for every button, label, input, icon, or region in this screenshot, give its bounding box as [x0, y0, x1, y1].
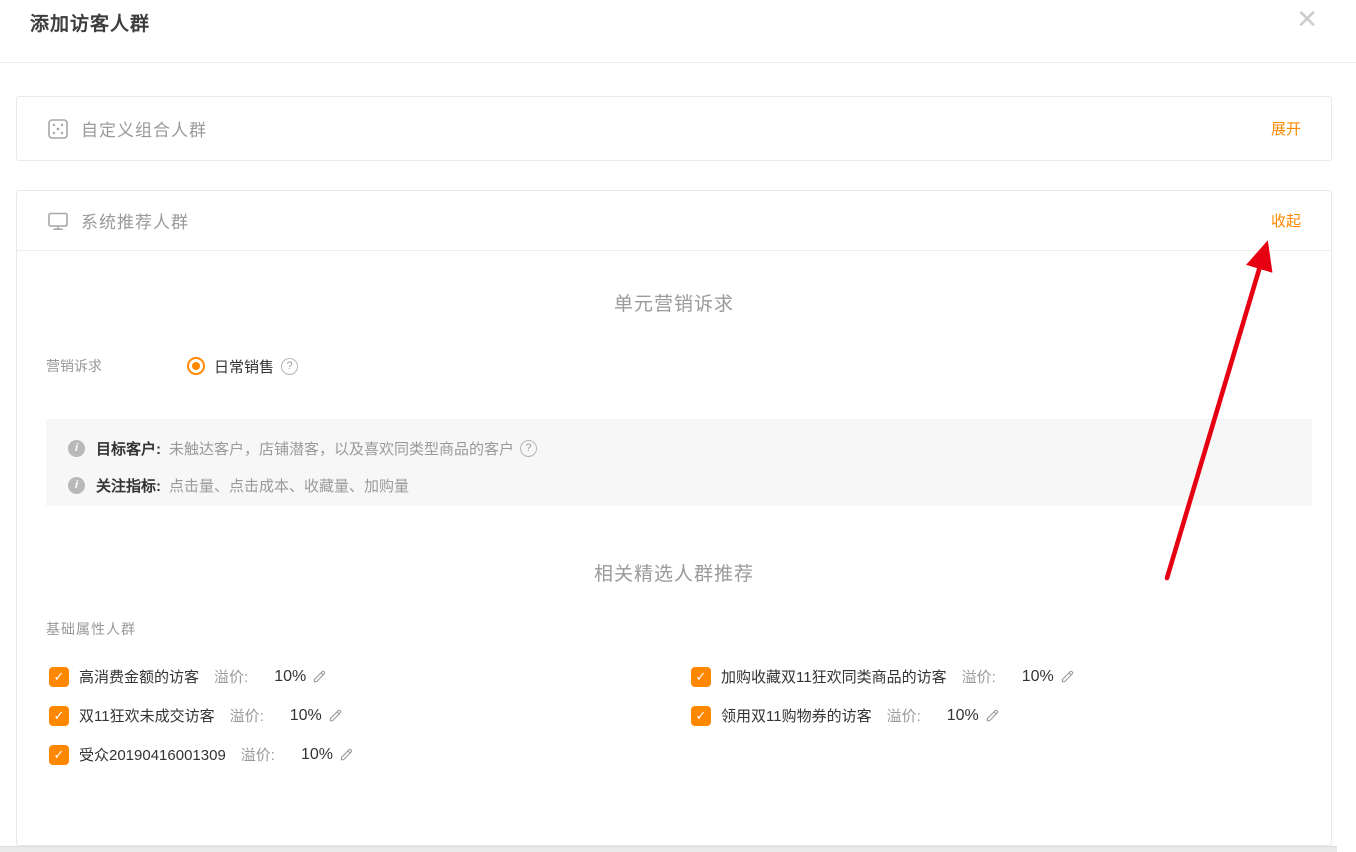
- unit-marketing-appeal-heading: 单元营销诉求: [17, 289, 1331, 316]
- premium-value: 10%: [947, 707, 979, 725]
- premium-label: 溢价:: [887, 705, 921, 726]
- audience-name: 受众20190416001309: [79, 744, 226, 765]
- audience-name: 加购收藏双11狂欢同类商品的访客: [721, 666, 947, 687]
- custom-audience-panel-header: 自定义组合人群 展开: [17, 97, 1331, 160]
- audience-row: ✓ 高消费金额的访客 溢价: 10%: [49, 657, 691, 696]
- audience-name: 高消费金额的访客: [79, 666, 199, 687]
- target-info-box: i 目标客户: 未触达客户，店铺潜客，以及喜欢同类型商品的客户 ? i 关注指标…: [46, 419, 1312, 506]
- audience-name: 领用双11购物券的访客: [721, 705, 872, 726]
- premium-value: 10%: [274, 668, 306, 686]
- target-customer-row: i 目标客户: 未触达客户，店铺潜客，以及喜欢同类型商品的客户 ?: [68, 434, 1290, 462]
- audience-checkbox-grid: ✓ 高消费金额的访客 溢价: 10% ✓ 双11狂欢未成交访客 溢价: 10%: [49, 657, 1311, 774]
- page-title: 添加访客人群: [30, 9, 150, 36]
- target-customer-text: 未触达客户，店铺潜客，以及喜欢同类型商品的客户: [169, 438, 514, 459]
- audience-checkbox[interactable]: ✓: [49, 667, 69, 687]
- audience-row: ✓ 加购收藏双11狂欢同类商品的访客 溢价: 10%: [691, 657, 1311, 696]
- add-visitor-audience-dialog: 添加访客人群 ✕ 自定义组合人群 展开: [0, 0, 1356, 852]
- basic-attribute-group-label: 基础属性人群: [46, 619, 136, 639]
- focus-metrics-label: 关注指标:: [96, 475, 161, 496]
- audience-checkbox[interactable]: ✓: [691, 667, 711, 687]
- audience-row: ✓ 领用双11购物券的访客 溢价: 10%: [691, 696, 1311, 735]
- edit-premium-icon[interactable]: [984, 707, 1001, 724]
- daily-sales-radio[interactable]: [187, 357, 205, 375]
- audience-checkbox[interactable]: ✓: [49, 745, 69, 765]
- premium-label: 溢价:: [230, 705, 264, 726]
- focus-metrics-row: i 关注指标: 点击量、点击成本、收藏量、加购量: [68, 471, 1290, 499]
- custom-audience-panel: 自定义组合人群 展开: [16, 96, 1332, 161]
- radio-dot: [192, 362, 200, 370]
- audience-checkbox[interactable]: ✓: [49, 706, 69, 726]
- edit-premium-icon[interactable]: [338, 746, 355, 763]
- edit-premium-icon[interactable]: [1059, 668, 1076, 685]
- audience-row: ✓ 双11狂欢未成交访客 溢价: 10%: [49, 696, 691, 735]
- info-icon: i: [68, 440, 85, 457]
- monitor-icon: [47, 210, 69, 232]
- audience-column-right: ✓ 加购收藏双11狂欢同类商品的访客 溢价: 10% ✓ 领用双11购物券的访客…: [691, 657, 1311, 774]
- close-icon[interactable]: ✕: [1296, 4, 1318, 34]
- premium-value: 10%: [301, 746, 333, 764]
- audience-row: ✓ 受众20190416001309 溢价: 10%: [49, 735, 691, 774]
- edit-premium-icon[interactable]: [311, 668, 328, 685]
- audience-checkbox[interactable]: ✓: [691, 706, 711, 726]
- edit-premium-icon[interactable]: [327, 707, 344, 724]
- premium-value: 10%: [290, 707, 322, 725]
- premium-value: 10%: [1022, 668, 1054, 686]
- system-audience-panel-header: 系统推荐人群 收起: [17, 191, 1331, 251]
- system-audience-title: 系统推荐人群: [81, 208, 189, 233]
- marketing-appeal-label: 营销诉求: [46, 356, 187, 376]
- header-divider: [0, 62, 1356, 63]
- focus-metrics-text: 点击量、点击成本、收藏量、加购量: [169, 475, 409, 496]
- daily-sales-radio-label[interactable]: 日常销售: [214, 356, 274, 377]
- audience-column-left: ✓ 高消费金额的访客 溢价: 10% ✓ 双11狂欢未成交访客 溢价: 10%: [49, 657, 691, 774]
- system-audience-panel: 系统推荐人群 收起 单元营销诉求 营销诉求 日常销售 ? i 目标客户: 未触达…: [16, 190, 1332, 846]
- premium-label: 溢价:: [214, 666, 248, 687]
- premium-label: 溢价:: [962, 666, 996, 687]
- target-customer-help-icon[interactable]: ?: [520, 440, 537, 457]
- premium-label: 溢价:: [241, 744, 275, 765]
- marketing-appeal-field: 营销诉求 日常销售 ?: [46, 353, 298, 379]
- expand-link[interactable]: 展开: [1271, 118, 1301, 139]
- custom-audience-title: 自定义组合人群: [81, 116, 207, 141]
- horizontal-scrollbar[interactable]: [0, 846, 1337, 852]
- daily-sales-help-icon[interactable]: ?: [281, 358, 298, 375]
- info-icon: i: [68, 477, 85, 494]
- collapse-link[interactable]: 收起: [1271, 210, 1301, 231]
- audience-name: 双11狂欢未成交访客: [79, 705, 215, 726]
- target-customer-label: 目标客户:: [96, 438, 161, 459]
- recommend-heading: 相关精选人群推荐: [17, 559, 1331, 586]
- custom-group-icon: [47, 118, 69, 140]
